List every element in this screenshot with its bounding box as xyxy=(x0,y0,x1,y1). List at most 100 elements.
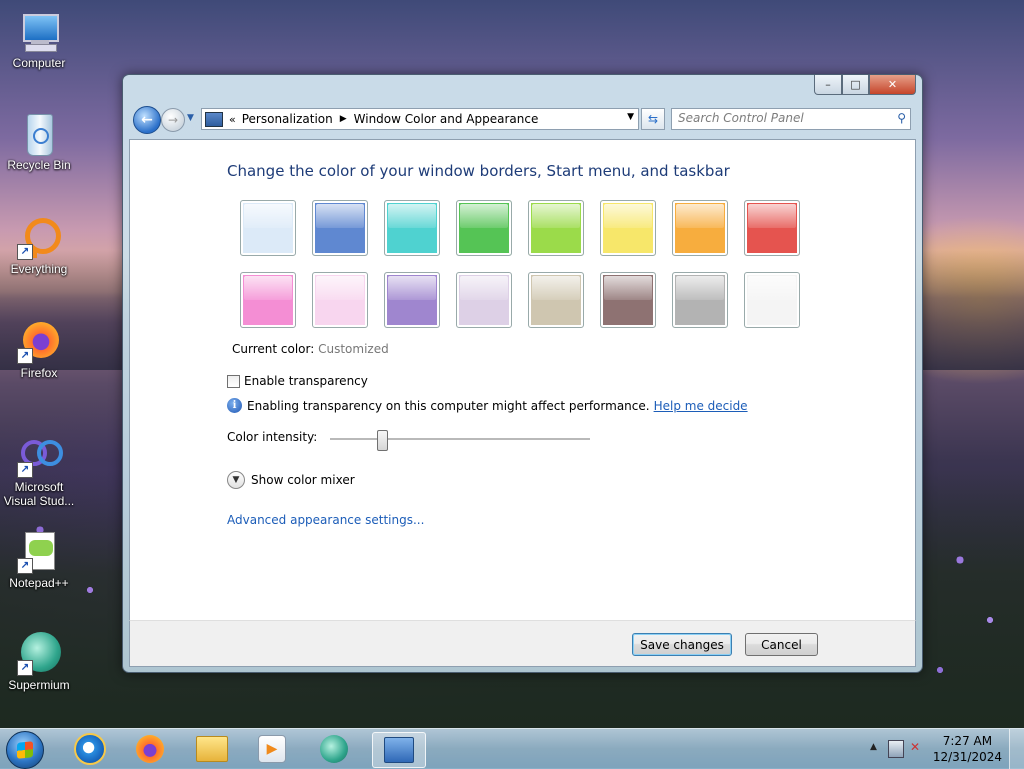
show-hidden-icons-button[interactable]: ▲ xyxy=(870,742,877,752)
breadcrumb-separator-icon[interactable]: ▶ xyxy=(340,114,347,124)
current-color: Current color: Customized xyxy=(232,342,389,356)
color-swatch-chocolate[interactable] xyxy=(600,272,656,328)
window-color-appearance-window: – □ ✕ ← → ▼ « Personalization ▶ Window C… xyxy=(122,74,923,673)
chevron-down-circle-icon[interactable]: ▼ xyxy=(227,471,245,489)
page-title: Change the color of your window borders,… xyxy=(227,162,730,180)
color-swatch-taupe[interactable] xyxy=(528,272,584,328)
button-bar: Save changes Cancel xyxy=(129,620,916,667)
visual-studio-icon: ↗ xyxy=(17,434,63,478)
computer-icon xyxy=(17,10,61,54)
current-color-label: Current color: xyxy=(232,342,315,356)
close-button[interactable]: ✕ xyxy=(869,75,916,95)
color-swatch-lavender[interactable] xyxy=(456,272,512,328)
shortcut-arrow-icon: ↗ xyxy=(17,660,33,676)
back-button[interactable]: ← xyxy=(133,106,161,134)
chevron-down-icon: ▼ xyxy=(187,113,194,123)
control-panel-icon xyxy=(205,111,223,127)
desktop-icon-label: Notepad++ xyxy=(9,576,69,590)
forward-arrow-icon: → xyxy=(167,113,179,127)
color-swatch-blush[interactable] xyxy=(312,272,368,328)
info-icon: i xyxy=(227,398,242,413)
show-color-mixer-toggle[interactable]: ▼ Show color mixer xyxy=(227,471,355,489)
advanced-appearance-link[interactable]: Advanced appearance settings... xyxy=(227,513,424,527)
firefox-icon xyxy=(136,735,164,763)
info-text: Enabling transparency on this computer m… xyxy=(247,398,650,413)
shortcut-arrow-icon: ↗ xyxy=(17,558,33,574)
color-intensity-slider-thumb[interactable] xyxy=(377,430,388,451)
refresh-icon: ⇆ xyxy=(647,112,659,126)
taskbar: ▶ ▲ ✕ 7:27 AM 12/31/2024 xyxy=(0,728,1024,769)
desktop-icon-computer[interactable]: Computer xyxy=(1,10,77,70)
clock[interactable]: 7:27 AM 12/31/2024 xyxy=(933,733,1002,765)
help-me-decide-link[interactable]: Help me decide xyxy=(654,399,748,413)
show-desktop-button[interactable] xyxy=(1009,729,1024,769)
color-intensity-slider-track[interactable] xyxy=(330,438,590,441)
taskbar-supermium[interactable] xyxy=(308,732,360,766)
desktop-icon-label: Computer xyxy=(12,56,66,70)
transparency-checkbox[interactable] xyxy=(227,374,240,388)
cancel-button[interactable]: Cancel xyxy=(745,633,818,656)
taskbar-internet-explorer[interactable] xyxy=(64,732,116,766)
navigation-bar: ← → ▼ « Personalization ▶ Window Color a… xyxy=(131,105,913,134)
desktop-icon-notepadpp[interactable]: ↗ Notepad++ xyxy=(1,530,77,590)
taskbar-file-explorer[interactable] xyxy=(186,732,238,766)
start-button[interactable] xyxy=(6,731,44,769)
search-icon[interactable]: ⚲ xyxy=(897,111,906,125)
media-player-icon: ▶ xyxy=(258,735,286,763)
desktop-icon-label: Supermium xyxy=(8,678,70,692)
color-swatch-fuchsia[interactable] xyxy=(240,272,296,328)
everything-icon: ↗ xyxy=(17,216,61,260)
forward-button[interactable]: → xyxy=(161,108,185,132)
show-color-mixer-label[interactable]: Show color mixer xyxy=(251,473,355,487)
address-bar[interactable]: « Personalization ▶ Window Color and App… xyxy=(201,108,639,130)
volume-muted-icon[interactable]: ✕ xyxy=(910,740,926,756)
transparency-option[interactable]: Enable transparency xyxy=(227,374,368,388)
color-swatch-slate[interactable] xyxy=(672,272,728,328)
desktop-icon-label: Everything xyxy=(10,262,68,276)
breadcrumb-personalization[interactable]: Personalization xyxy=(242,112,333,126)
desktop-icon-firefox[interactable]: ↗ Firefox xyxy=(1,320,77,380)
color-swatch-sea[interactable] xyxy=(384,200,440,256)
breadcrumb-overflow[interactable]: « xyxy=(229,113,236,126)
color-swatch-leaf[interactable] xyxy=(456,200,512,256)
recycle-bin-icon xyxy=(17,112,61,156)
desktop-icon-label: Microsoft Visual Stud... xyxy=(3,480,75,508)
minimize-button[interactable]: – xyxy=(814,75,842,95)
network-icon[interactable] xyxy=(888,740,904,758)
taskbar-media-player[interactable]: ▶ xyxy=(246,732,298,766)
color-swatch-frost[interactable] xyxy=(744,272,800,328)
color-swatch-pumpkin[interactable] xyxy=(672,200,728,256)
maximize-button[interactable]: □ xyxy=(842,75,869,95)
clock-time: 7:27 AM xyxy=(942,734,993,748)
desktop-icon-recycle-bin[interactable]: Recycle Bin xyxy=(1,112,77,172)
taskbar-firefox[interactable] xyxy=(124,732,176,766)
desktop-icon-supermium[interactable]: ↗ Supermium xyxy=(1,632,77,692)
taskbar-control-panel[interactable] xyxy=(372,732,426,768)
desktop-icon-visual-studio[interactable]: ↗ Microsoft Visual Stud... xyxy=(1,434,77,508)
recent-pages-dropdown[interactable]: ▼ xyxy=(187,113,197,123)
address-dropdown-icon[interactable]: ▼ xyxy=(627,112,634,122)
color-swatch-twilight[interactable] xyxy=(312,200,368,256)
refresh-button[interactable]: ⇆ xyxy=(641,108,665,130)
firefox-icon: ↗ xyxy=(17,320,61,364)
color-swatch-ruby[interactable] xyxy=(744,200,800,256)
breadcrumb-window-color[interactable]: Window Color and Appearance xyxy=(354,112,539,126)
color-swatch-lime[interactable] xyxy=(528,200,584,256)
back-arrow-icon: ← xyxy=(141,112,153,128)
color-swatch-sky[interactable] xyxy=(240,200,296,256)
shortcut-arrow-icon: ↗ xyxy=(17,348,33,364)
file-explorer-icon xyxy=(196,736,228,762)
control-panel-icon xyxy=(384,737,414,763)
color-swatch-lemon[interactable] xyxy=(600,200,656,256)
desktop-icon-everything[interactable]: ↗ Everything xyxy=(1,216,77,276)
caption-buttons: – □ ✕ xyxy=(814,75,916,95)
search-input[interactable] xyxy=(672,109,878,127)
color-swatch-violet[interactable] xyxy=(384,272,440,328)
search-box[interactable]: ⚲ xyxy=(671,108,911,130)
save-changes-button[interactable]: Save changes xyxy=(632,633,732,656)
transparency-label[interactable]: Enable transparency xyxy=(244,374,368,388)
current-color-value: Customized xyxy=(318,342,389,356)
windows-logo-icon xyxy=(17,741,33,759)
desktop-icon-label: Firefox xyxy=(20,366,58,380)
transparency-info: i Enabling transparency on this computer… xyxy=(227,398,748,413)
